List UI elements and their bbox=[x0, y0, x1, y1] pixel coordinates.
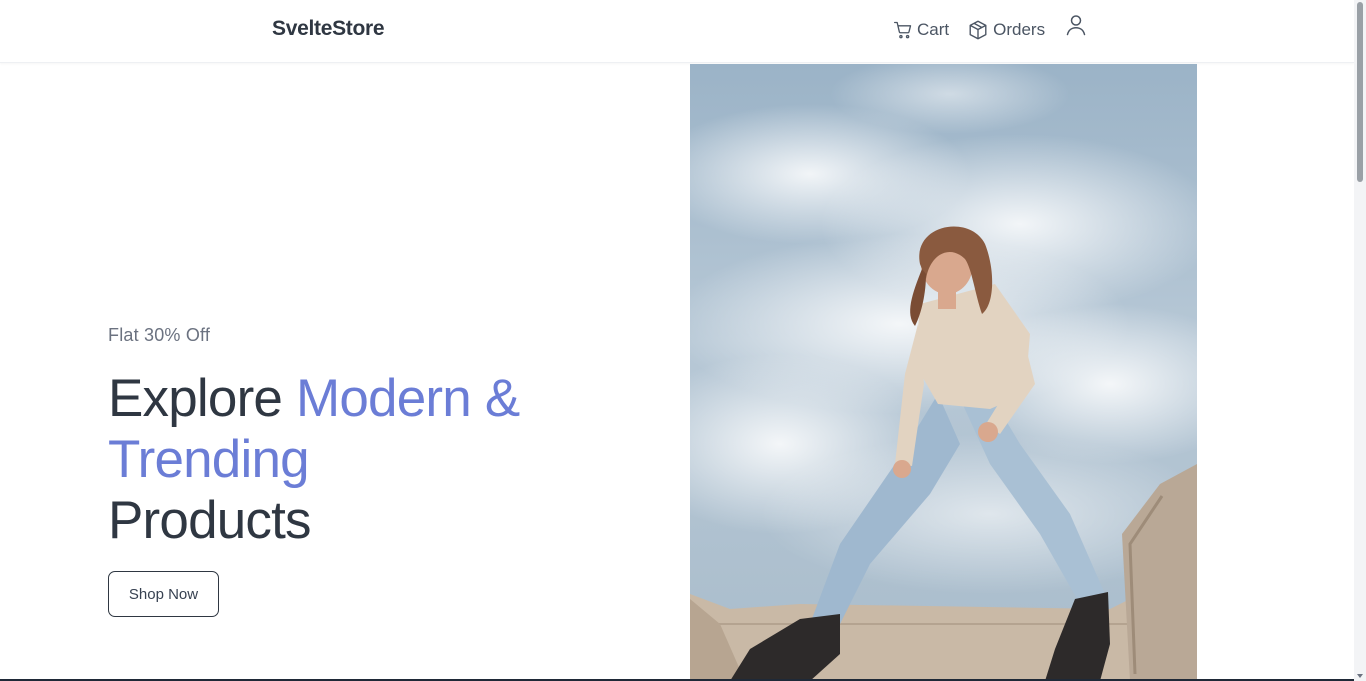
offer-text: Flat 30% Off bbox=[108, 325, 211, 345]
orders-label: Orders bbox=[993, 19, 1046, 39]
box-icon bbox=[967, 19, 989, 41]
cart-label: Cart bbox=[917, 19, 950, 39]
hero-headline: Explore Modern & Trending Products bbox=[108, 368, 628, 551]
hero-content: Flat 30% Off Explore Modern & Trending P… bbox=[108, 325, 628, 617]
page: SvelteStore Cart Orders Flat 30% Off Exp… bbox=[0, 0, 1366, 681]
headline-part2: Products bbox=[108, 491, 312, 550]
brand-logo[interactable]: SvelteStore bbox=[272, 17, 385, 41]
orders-link[interactable]: Orders bbox=[967, 19, 1045, 41]
user-icon bbox=[1066, 14, 1086, 41]
shop-now-button[interactable]: Shop Now bbox=[108, 571, 219, 617]
site-header: SvelteStore Cart Orders bbox=[0, 0, 1354, 63]
cart-icon bbox=[893, 20, 913, 40]
scroll-thumb[interactable] bbox=[1357, 2, 1363, 182]
hero-image bbox=[690, 64, 1197, 681]
scroll-down-icon[interactable] bbox=[1357, 674, 1363, 678]
main-nav: Cart Orders bbox=[893, 15, 1086, 41]
account-button[interactable] bbox=[1066, 14, 1086, 41]
cart-link[interactable]: Cart bbox=[893, 20, 949, 40]
headline-part1: Explore bbox=[108, 369, 297, 428]
page-scrollbar[interactable] bbox=[1354, 0, 1366, 681]
